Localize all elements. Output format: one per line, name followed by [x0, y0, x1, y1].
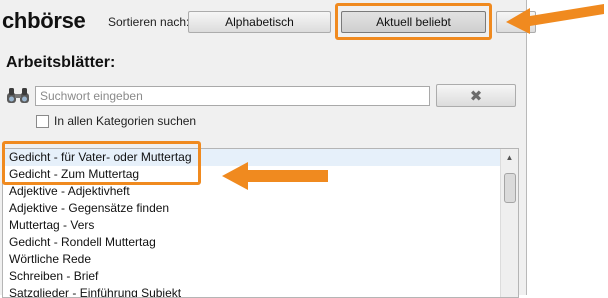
- clear-search-button[interactable]: ✖: [436, 84, 516, 107]
- panel-title: chbörse: [2, 8, 86, 33]
- orange-arrow-right-icon: [506, 4, 604, 34]
- list-item[interactable]: Muttertag - Vers: [3, 217, 518, 234]
- highlight-top-items: [2, 141, 201, 185]
- list-scrollbar[interactable]: ▲: [500, 149, 518, 297]
- scroll-thumb[interactable]: [504, 173, 516, 203]
- list-item[interactable]: Schreiben - Brief: [3, 268, 518, 285]
- sort-alphabetical-button[interactable]: Alphabetisch: [188, 11, 331, 33]
- list-item[interactable]: Gedicht - Rondell Muttertag: [3, 234, 518, 251]
- clear-icon: ✖: [469, 87, 483, 105]
- list-item[interactable]: Adjektive - Gegensätze finden: [3, 200, 518, 217]
- scroll-up-icon[interactable]: ▲: [501, 149, 518, 166]
- all-categories-checkbox[interactable]: [36, 115, 49, 128]
- worksheets-heading: Arbeitsblätter:: [6, 54, 116, 71]
- search-input[interactable]: [35, 86, 430, 106]
- orange-arrow-left-icon: [222, 162, 328, 190]
- list-item[interactable]: Wörtliche Rede: [3, 251, 518, 268]
- list-item[interactable]: Satzglieder - Einführung Subjekt: [3, 285, 518, 297]
- binoculars-icon: [7, 88, 29, 103]
- all-categories-label: In allen Kategorien suchen: [54, 114, 197, 128]
- highlight-sort-popular: [335, 3, 492, 40]
- sort-label: Sortieren nach:: [108, 15, 190, 29]
